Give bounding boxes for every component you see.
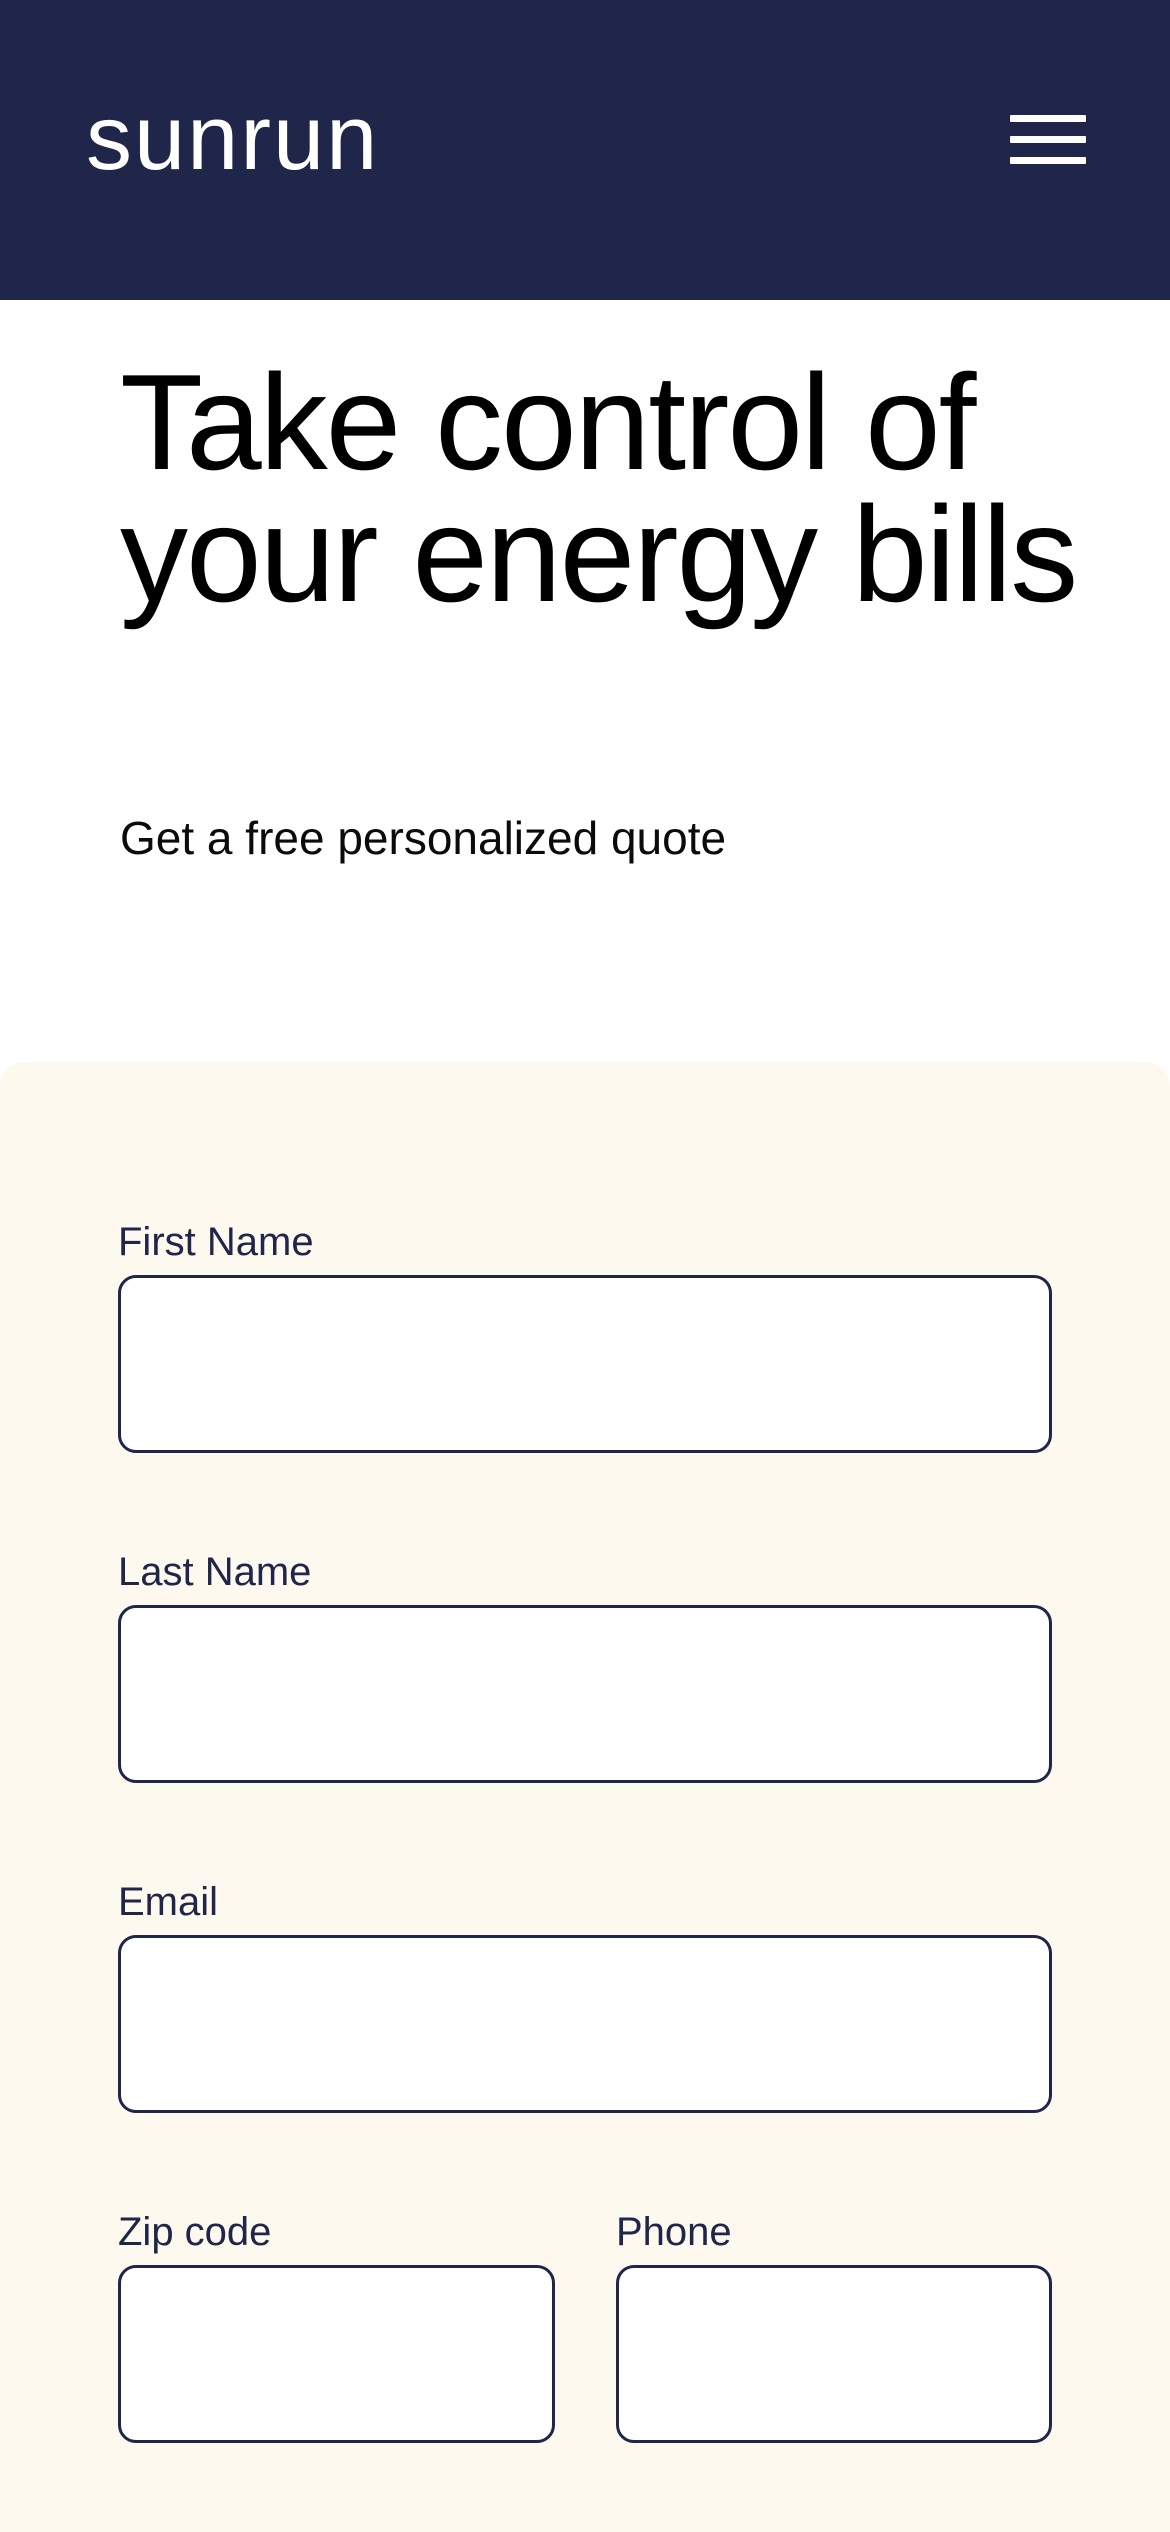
menu-bar <box>1010 157 1086 164</box>
last-name-field[interactable] <box>118 1605 1052 1783</box>
zip-code-label: Zip code <box>118 2210 272 2254</box>
menu-bar <box>1010 136 1086 143</box>
zip-code-field[interactable] <box>118 2265 555 2443</box>
first-name-field[interactable] <box>118 1275 1052 1453</box>
page-title: Take control of your energy bills <box>120 346 1078 630</box>
email-field[interactable] <box>118 1935 1052 2113</box>
email-label: Email <box>118 1880 219 1924</box>
page-subtitle: Get a free personalized quote <box>120 812 727 864</box>
phone-label: Phone <box>616 2210 732 2254</box>
hamburger-menu-icon[interactable] <box>1010 112 1086 168</box>
phone-field[interactable] <box>616 2265 1052 2443</box>
last-name-label: Last Name <box>118 1550 312 1594</box>
menu-bar <box>1010 115 1086 122</box>
first-name-label: First Name <box>118 1220 314 1264</box>
sunrun-logo[interactable]: sunrun <box>86 82 379 194</box>
site-header: sunrun <box>0 0 1170 300</box>
